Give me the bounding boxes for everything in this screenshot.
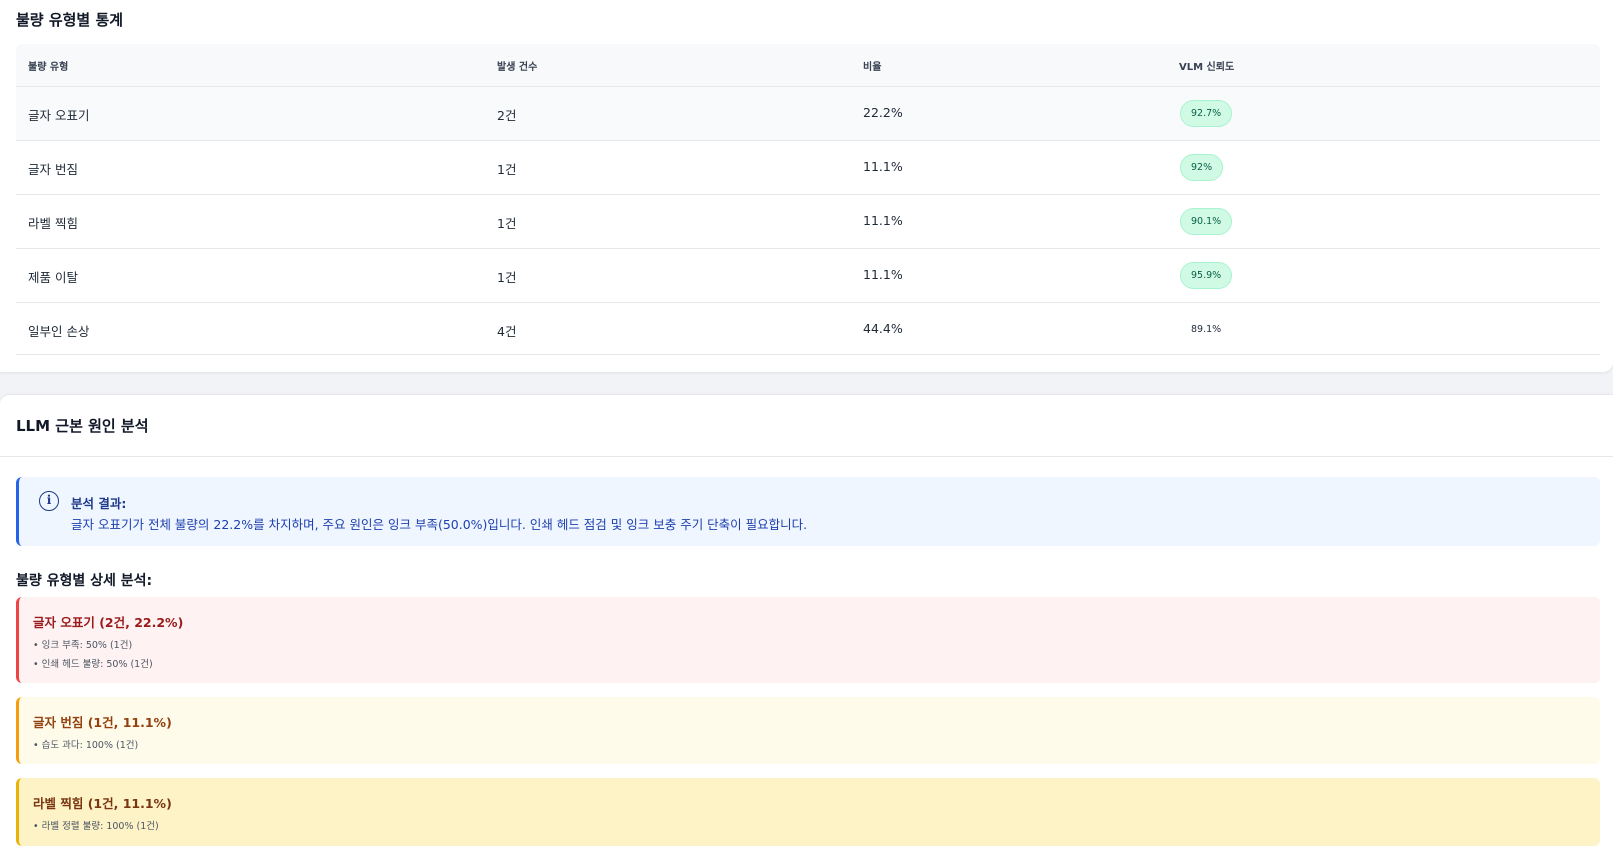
detail-item: • 인쇄 헤드 불량: 50% (1건) [33,659,153,670]
defect-stats-card: 불량 유형별 통계 불량 유형 발생 건수 비율 VLM 신뢰도 글자 오표기 … [0,0,1613,372]
detail-analysis-title: 불량 유형별 상세 분석: [16,573,153,589]
detail-card-label-dent: 라벨 찍힘 (1건, 11.1%) • 라벨 정렬 불량: 100% (1건) [16,778,1600,846]
table-row: 라벨 찍힘 1건 11.1% 90.1% [16,195,1600,249]
detail-card-misprint: 글자 오표기 (2건, 22.2%) • 잉크 부족: 50% (1건) • 인… [16,597,1600,683]
cell-ratio: 11.1% [863,213,903,228]
llm-title: LLM 근본 원인 분석 [16,417,149,435]
detail-card-title: 글자 오표기 (2건, 22.2%) [33,615,184,630]
defect-stats-table: 불량 유형 발생 건수 비율 VLM 신뢰도 글자 오표기 2건 22.2% 9… [16,44,1600,355]
cell-defect-type: 글자 오표기 [28,108,90,123]
header-vlm-confidence: VLM 신뢰도 [1179,62,1235,73]
stats-title: 불량 유형별 통계 [16,11,124,29]
analysis-result-title: 분석 결과: [71,496,127,511]
analysis-result-box: i 분석 결과: 글자 오표기가 전체 불량의 22.2%를 차지하며, 주요 … [16,477,1600,546]
cell-count: 1건 [497,270,517,285]
cell-defect-type: 제품 이탈 [28,270,78,285]
info-icon: i [39,491,59,511]
detail-item: • 습도 과다: 100% (1건) [33,740,139,751]
llm-analysis-card: LLM 근본 원인 분석 i 분석 결과: 글자 오표기가 전체 불량의 22.… [0,394,1613,851]
confidence-badge: 92% [1180,154,1224,181]
table-row: 제품 이탈 1건 11.1% 95.9% [16,249,1600,303]
cell-defect-type: 일부인 손상 [28,324,90,339]
detail-card-title: 글자 번짐 (1건, 11.1%) [33,715,172,730]
cell-count: 4건 [497,324,517,339]
table-row: 일부인 손상 4건 44.4% 89.1% [16,303,1600,355]
confidence-badge: 95.9% [1180,262,1233,289]
cell-ratio: 44.4% [863,321,903,336]
llm-header: LLM 근본 원인 분석 [0,395,1613,457]
analysis-result-text: 글자 오표기가 전체 불량의 22.2%를 차지하며, 주요 원인은 잉크 부족… [71,517,808,532]
header-count: 발생 건수 [497,62,538,73]
cell-count: 1건 [497,216,517,231]
table-header: 불량 유형 발생 건수 비율 VLM 신뢰도 [16,44,1600,87]
detail-item: • 잉크 부족: 50% (1건) [33,640,133,651]
cell-ratio: 22.2% [863,105,903,120]
table-row: 글자 번짐 1건 11.1% 92% [16,141,1600,195]
confidence-badge: 90.1% [1180,208,1233,235]
confidence-badge: 89.1% [1191,324,1222,335]
cell-defect-type: 글자 번짐 [28,162,78,177]
header-ratio: 비율 [863,62,882,73]
detail-card-smudge: 글자 번짐 (1건, 11.1%) • 습도 과다: 100% (1건) [16,697,1600,764]
table-row: 글자 오표기 2건 22.2% 92.7% [16,87,1600,141]
cell-count: 2건 [497,108,517,123]
cell-defect-type: 라벨 찍힘 [28,216,78,231]
cell-ratio: 11.1% [863,267,903,282]
header-defect-type: 불량 유형 [28,62,69,73]
detail-item: • 라벨 정렬 불량: 100% (1건) [33,821,159,832]
cell-count: 1건 [497,162,517,177]
detail-card-title: 라벨 찍힘 (1건, 11.1%) [33,796,172,811]
cell-ratio: 11.1% [863,159,903,174]
confidence-badge: 92.7% [1180,100,1233,127]
